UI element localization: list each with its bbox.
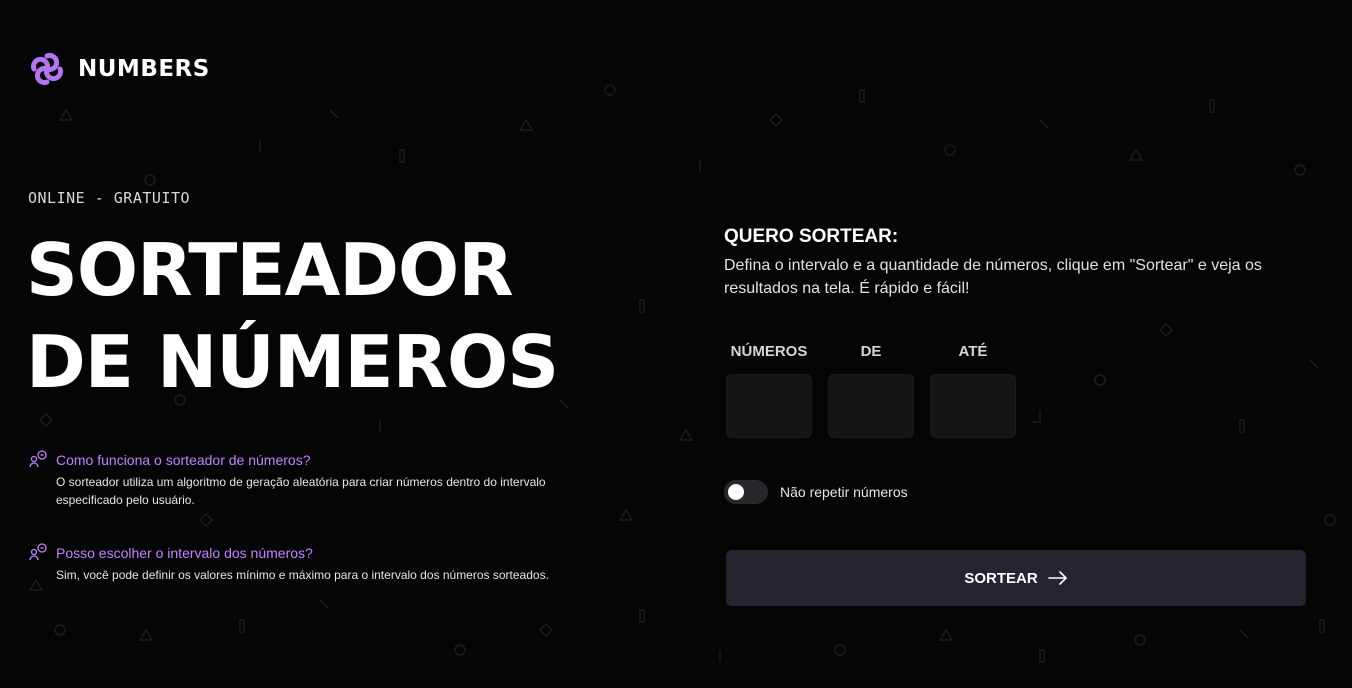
max-field: ATÉ <box>930 342 1016 438</box>
form-fields: NÚMEROS DE ATÉ <box>726 342 1016 438</box>
faq-answer-line: especificado pelo usuário. <box>56 493 195 507</box>
faq-answer: O sorteador utiliza um algoritmo de gera… <box>56 473 588 509</box>
people-chat-icon <box>29 450 47 468</box>
quantity-label: NÚMEROS <box>730 343 808 360</box>
hero-title-line-2: DE NÚMEROS <box>26 320 559 404</box>
quantity-field: NÚMEROS <box>726 342 812 438</box>
faq-item: Como funciona o sorteador de números? O … <box>28 450 588 509</box>
draw-form-intro: QUERO SORTEAR: Defina o intervalo e a qu… <box>724 226 1306 300</box>
page: NUMBERS ONLINE - GRATUITO SORTEADOR DE N… <box>0 0 1352 688</box>
min-field: DE <box>828 342 914 438</box>
eyebrow-label: ONLINE - GRATUITO <box>28 189 191 207</box>
form-description: Defina o intervalo e a quantidade de núm… <box>724 254 1306 300</box>
quantity-input[interactable] <box>726 374 812 438</box>
faq-item: Posso escolher o intervalo dos números? … <box>28 543 588 584</box>
min-input[interactable] <box>828 374 914 438</box>
hero-title-line-1: SORTEADOR <box>26 228 514 312</box>
faq-answer: Sim, você pode definir os valores mínimo… <box>56 566 588 584</box>
faq-answer-line: O sorteador utiliza um algoritmo de gera… <box>56 475 546 489</box>
faq-answer-line: Sim, você pode definir os valores mínimo… <box>56 568 549 582</box>
arrow-right-icon <box>1047 571 1067 585</box>
no-repeat-toggle-row: Não repetir números <box>724 480 908 504</box>
max-input[interactable] <box>930 374 1016 438</box>
header: NUMBERS <box>28 50 210 88</box>
form-description-line: resultados na tela. É rápido e fácil! <box>724 280 970 297</box>
max-label: ATÉ <box>958 343 988 360</box>
people-chat-icon <box>29 543 47 561</box>
hero-title: SORTEADOR DE NÚMEROS <box>26 224 559 408</box>
no-repeat-label[interactable]: Não repetir números <box>780 484 908 500</box>
form-title: QUERO SORTEAR: <box>724 226 899 247</box>
min-label: DE <box>860 343 882 360</box>
form-description-line: Defina o intervalo e a quantidade de núm… <box>724 257 1262 274</box>
faq-question-text: Posso escolher o intervalo dos números? <box>56 545 313 561</box>
faq-question: Como funciona o sorteador de números? <box>28 450 588 470</box>
brand-name[interactable]: NUMBERS <box>78 56 210 82</box>
draw-button-label: SORTEAR <box>964 569 1038 587</box>
no-repeat-toggle[interactable] <box>724 480 768 504</box>
toggle-knob <box>728 484 744 500</box>
knot-logo-icon[interactable] <box>28 50 66 88</box>
faq-question: Posso escolher o intervalo dos números? <box>28 543 588 563</box>
faq-question-text: Como funciona o sorteador de números? <box>56 452 311 468</box>
draw-button[interactable]: SORTEAR <box>726 550 1306 606</box>
